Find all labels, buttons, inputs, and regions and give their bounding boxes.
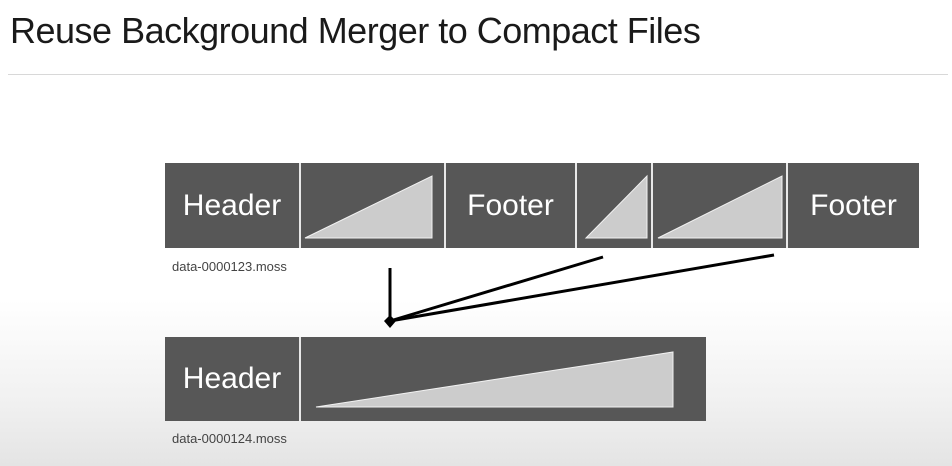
merge-line-3 (389, 253, 775, 323)
merged-header-segment: Header (165, 337, 299, 421)
merged-data-block (301, 337, 706, 421)
merged-header-label: Header (182, 362, 282, 395)
merged-data-wedge (315, 351, 674, 408)
merged-file-name: data-0000124.moss (172, 431, 287, 446)
merged-file-bar: Header (165, 337, 706, 421)
merge-point (384, 315, 396, 328)
